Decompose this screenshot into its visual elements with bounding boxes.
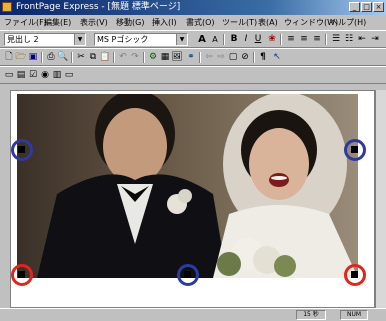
align-right-icon[interactable]: ≡ <box>311 34 323 45</box>
menu-go[interactable]: 移動(G) <box>116 16 144 29</box>
app-icon <box>2 2 12 12</box>
bold-button[interactable]: B <box>228 34 240 45</box>
font-size-increase-button[interactable]: A <box>196 34 208 45</box>
vertical-scrollbar[interactable] <box>375 90 386 308</box>
status-bar: 15 秒 NUM <box>0 308 386 321</box>
status-num-lock: NUM <box>340 310 368 320</box>
menu-edit[interactable]: 編集(E) <box>44 16 71 29</box>
menu-format[interactable]: 書式(O) <box>186 16 215 29</box>
menu-insert[interactable]: 挿入(I) <box>152 16 177 29</box>
menu-bar: ファイル(F) 編集(E) 表示(V) 移動(G) 挿入(I) 書式(O) ツー… <box>0 15 386 30</box>
paste-icon[interactable]: 📋 <box>99 52 111 63</box>
insert-webbot-icon[interactable]: ⚙ <box>147 52 159 63</box>
status-load-time: 15 秒 <box>296 310 326 320</box>
toolbar-separator <box>143 52 145 63</box>
menu-view[interactable]: 表示(V) <box>80 16 108 29</box>
toolbar-separator <box>199 52 201 63</box>
font-select[interactable]: MS Pゴシック ▼ <box>94 33 188 46</box>
annotation-ring-red <box>344 264 366 286</box>
increase-indent-icon[interactable]: ⇥ <box>369 34 381 45</box>
standard-toolbar: 🗋 🗁 ▣ ⎙ 🔍 ✂ ⧉ 📋 ↶ ↷ ⚙ ▦ 🖼 ⚭ ⇦ ⇨ ▢ ⊘ ¶ ↖ <box>0 48 386 66</box>
numbered-list-icon[interactable]: ☰ <box>330 34 342 45</box>
chevron-down-icon[interactable]: ▼ <box>176 34 187 45</box>
refresh-icon[interactable]: ▢ <box>227 52 239 63</box>
text-color-icon[interactable]: ❀ <box>266 34 278 45</box>
menu-help[interactable]: ヘルプ(H) <box>330 16 366 29</box>
cut-icon[interactable]: ✂ <box>75 52 87 63</box>
align-left-icon[interactable]: ≡ <box>285 34 297 45</box>
decrease-indent-icon[interactable]: ⇤ <box>356 34 368 45</box>
forms-toolbar: ▭ ▤ ☑ ◉ ▥ ▭ <box>0 66 386 84</box>
align-center-icon[interactable]: ≡ <box>298 34 310 45</box>
title-bar[interactable]: FrontPage Express - [無題 標準ページ] _ □ × <box>0 0 386 15</box>
annotation-ring-blue <box>344 139 366 161</box>
insert-image-icon[interactable]: 🖼 <box>171 52 183 63</box>
maximize-button[interactable]: □ <box>361 2 372 12</box>
forward-arrow-icon[interactable]: ⇨ <box>215 52 227 63</box>
save-icon[interactable]: ▣ <box>27 52 39 63</box>
chevron-down-icon[interactable]: ▼ <box>74 34 85 45</box>
scrolling-textbox-icon[interactable]: ▤ <box>15 70 27 81</box>
close-button[interactable]: × <box>373 2 384 12</box>
annotation-ring-blue <box>11 139 33 161</box>
show-formatting-icon[interactable]: ¶ <box>257 52 269 63</box>
frontpage-window: FrontPage Express - [無題 標準ページ] _ □ × ファイ… <box>0 0 386 321</box>
hyperlink-icon[interactable]: ⚭ <box>185 52 197 63</box>
help-pointer-icon[interactable]: ↖ <box>271 52 283 63</box>
font-size-decrease-button[interactable]: A <box>209 34 221 45</box>
toolbar-separator <box>113 52 115 63</box>
toolbar-separator <box>71 52 73 63</box>
menu-tools[interactable]: ツール(T) <box>222 16 257 29</box>
bulleted-list-icon[interactable]: ☷ <box>343 34 355 45</box>
stop-icon[interactable]: ⊘ <box>239 52 251 63</box>
new-page-icon[interactable]: 🗋 <box>3 52 15 63</box>
style-select-value: 見出し 2 <box>7 35 39 44</box>
undo-icon[interactable]: ↶ <box>117 52 129 63</box>
underline-button[interactable]: U <box>252 34 264 45</box>
wedding-photo[interactable] <box>17 94 358 278</box>
italic-button[interactable]: I <box>240 34 252 45</box>
push-button-icon[interactable]: ▭ <box>63 70 75 81</box>
radio-button-icon[interactable]: ◉ <box>39 70 51 81</box>
redo-icon[interactable]: ↷ <box>129 52 141 63</box>
format-toolbar: 見出し 2 ▼ MS Pゴシック ▼ A A B I U ❀ ≡ ≡ ≡ ☰ ☷… <box>0 30 386 48</box>
style-select[interactable]: 見出し 2 ▼ <box>4 33 86 46</box>
wedding-photo-image <box>17 94 358 278</box>
toolbar-separator <box>253 52 255 63</box>
font-select-value: MS Pゴシック <box>97 35 149 44</box>
annotation-ring-blue <box>177 264 199 286</box>
open-folder-icon[interactable]: 🗁 <box>15 52 27 63</box>
minimize-button[interactable]: _ <box>349 2 360 12</box>
toolbar-separator <box>223 34 225 45</box>
menu-table[interactable]: 表(A) <box>258 16 278 29</box>
annotation-ring-red <box>11 264 33 286</box>
insert-table-icon[interactable]: ▦ <box>159 52 171 63</box>
toolbar-separator <box>280 34 282 45</box>
dropdown-menu-icon[interactable]: ▥ <box>51 70 63 81</box>
print-preview-icon[interactable]: 🔍 <box>57 52 69 63</box>
window-title: FrontPage Express - [無題 標準ページ] <box>16 2 181 12</box>
checkbox-icon[interactable]: ☑ <box>27 70 39 81</box>
toolbar-separator <box>41 52 43 63</box>
back-arrow-icon[interactable]: ⇦ <box>203 52 215 63</box>
toolbar-separator <box>325 34 327 45</box>
print-icon[interactable]: ⎙ <box>45 52 57 63</box>
one-line-textbox-icon[interactable]: ▭ <box>3 70 15 81</box>
menu-file[interactable]: ファイル(F) <box>4 16 47 29</box>
copy-icon[interactable]: ⧉ <box>87 52 99 63</box>
